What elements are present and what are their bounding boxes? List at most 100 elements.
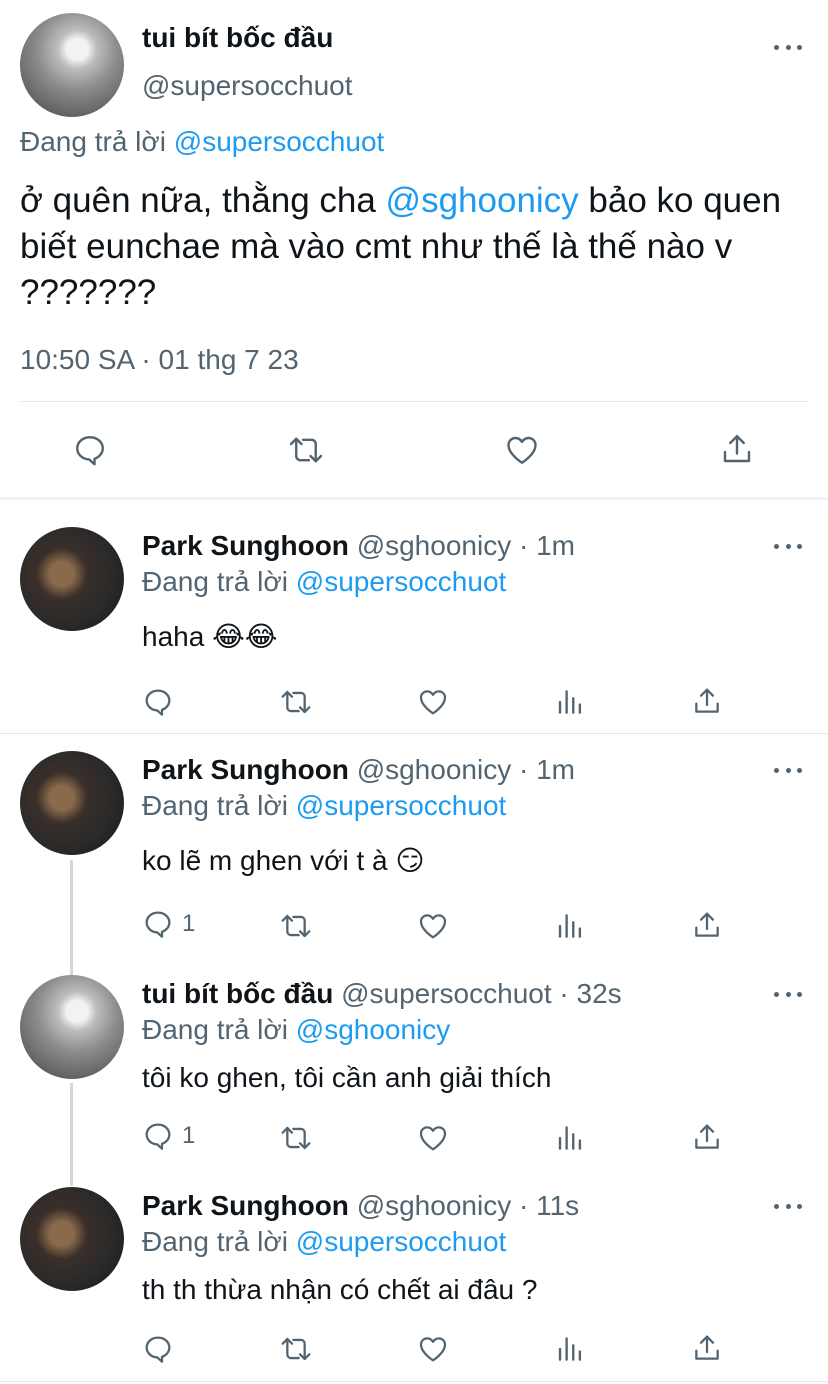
replying-label: Đang trả lời bbox=[20, 126, 166, 157]
divider bbox=[20, 401, 808, 402]
replying-label: Đang trả lời bbox=[142, 1014, 288, 1045]
replying-to-line: Đang trả lời @supersocchuot bbox=[20, 126, 384, 158]
author-handle[interactable]: @supersocchuot bbox=[341, 978, 552, 1009]
tweet-text-part: ở quên nữa, thằng cha bbox=[20, 181, 386, 220]
author-name[interactable]: Park Sunghoon bbox=[142, 1190, 349, 1221]
more-icon[interactable] bbox=[774, 989, 802, 999]
more-icon[interactable] bbox=[774, 765, 802, 775]
retweet-button[interactable] bbox=[278, 910, 314, 942]
share-icon bbox=[723, 435, 751, 463]
replying-label: Đang trả lời bbox=[142, 1226, 288, 1257]
share-button[interactable] bbox=[691, 908, 723, 942]
replying-to-line: Đang trả lời @supersocchuot bbox=[142, 1226, 506, 1258]
retweet-icon bbox=[281, 1126, 311, 1150]
analytics-button[interactable] bbox=[555, 910, 585, 942]
bar-chart-icon bbox=[558, 914, 582, 938]
author-handle[interactable]: @sghoonicy bbox=[357, 754, 512, 785]
comment-icon bbox=[76, 436, 104, 466]
reply-button[interactable] bbox=[142, 686, 174, 718]
like-button[interactable] bbox=[503, 432, 541, 468]
share-icon bbox=[695, 912, 719, 937]
thread-line bbox=[70, 1083, 73, 1186]
replying-to-line: Đang trả lời @supersocchuot bbox=[142, 566, 506, 598]
retweet-button[interactable] bbox=[278, 1333, 314, 1365]
share-button[interactable] bbox=[691, 1120, 723, 1154]
heart-icon bbox=[507, 436, 537, 464]
author-handle[interactable]: @sghoonicy bbox=[357, 1190, 512, 1221]
replying-mention-link[interactable]: @supersocchuot bbox=[296, 566, 507, 597]
reply-button[interactable] bbox=[142, 1333, 174, 1365]
reply-text: th th thừa nhận có chết ai đâu ? bbox=[142, 1274, 538, 1305]
comment-icon bbox=[145, 1123, 171, 1150]
tweet-timestamp[interactable]: 10:50 SA · 01 thg 7 23 bbox=[20, 344, 299, 376]
retweet-button[interactable] bbox=[278, 1122, 314, 1154]
reply-time[interactable]: · 1m bbox=[519, 754, 575, 785]
heart-icon bbox=[419, 1126, 447, 1151]
heart-icon bbox=[419, 690, 447, 715]
author-handle[interactable]: @sghoonicy bbox=[357, 530, 512, 561]
reply-text: ko lẽ m ghen với t à 😏 bbox=[142, 845, 425, 876]
share-icon bbox=[695, 1335, 719, 1360]
author-name[interactable]: Park Sunghoon bbox=[142, 530, 349, 561]
replying-mention-link[interactable]: @supersocchuot bbox=[296, 790, 507, 821]
avatar[interactable] bbox=[20, 13, 124, 117]
mention-link[interactable]: @sghoonicy bbox=[386, 181, 579, 220]
bar-chart-icon bbox=[558, 1126, 582, 1150]
reply-button[interactable] bbox=[72, 432, 108, 468]
author-name[interactable]: Park Sunghoon bbox=[142, 754, 349, 785]
reply-count: 1 bbox=[182, 1122, 196, 1149]
section-divider bbox=[0, 497, 828, 500]
retweet-icon bbox=[281, 914, 311, 938]
replying-mention-link[interactable]: @supersocchuot bbox=[174, 126, 385, 157]
reply-header: tui bít bốc đầu @supersocchuot · 32s bbox=[142, 978, 622, 1010]
bar-chart-icon bbox=[558, 1337, 582, 1361]
replying-mention-link[interactable]: @sghoonicy bbox=[296, 1014, 451, 1045]
thread-line bbox=[70, 860, 73, 975]
reply-time[interactable]: · 32s bbox=[559, 978, 621, 1009]
share-button[interactable] bbox=[719, 430, 755, 468]
like-button[interactable] bbox=[416, 1333, 450, 1365]
reply-time[interactable]: · 1m bbox=[519, 530, 575, 561]
like-button[interactable] bbox=[416, 1122, 450, 1154]
more-icon[interactable] bbox=[774, 1201, 802, 1211]
more-icon[interactable] bbox=[774, 42, 802, 52]
like-button[interactable] bbox=[416, 686, 450, 718]
bar-chart-icon bbox=[558, 690, 582, 714]
analytics-button[interactable] bbox=[555, 686, 585, 718]
retweet-icon bbox=[289, 437, 323, 463]
divider bbox=[0, 1381, 828, 1382]
retweet-button[interactable] bbox=[278, 686, 314, 718]
author-name[interactable]: tui bít bốc đầu bbox=[142, 978, 333, 1009]
reply-time[interactable]: · 11s bbox=[519, 1190, 579, 1221]
retweet-button[interactable] bbox=[286, 432, 326, 468]
retweet-icon bbox=[281, 690, 311, 714]
reply-count: 1 bbox=[182, 910, 196, 937]
like-button[interactable] bbox=[416, 910, 450, 942]
reply-text: tôi ko ghen, tôi cần anh giải thích bbox=[142, 1062, 552, 1093]
share-icon bbox=[695, 1124, 719, 1149]
reply-header: Park Sunghoon @sghoonicy · 1m bbox=[142, 754, 575, 786]
avatar[interactable] bbox=[20, 527, 124, 631]
replying-to-line: Đang trả lời @supersocchuot bbox=[142, 790, 506, 822]
analytics-button[interactable] bbox=[555, 1122, 585, 1154]
author-handle[interactable]: @supersocchuot bbox=[142, 70, 353, 102]
replying-mention-link[interactable]: @supersocchuot bbox=[296, 1226, 507, 1257]
reply-header: Park Sunghoon @sghoonicy · 1m bbox=[142, 530, 575, 562]
avatar[interactable] bbox=[20, 975, 124, 1079]
author-name[interactable]: tui bít bốc đầu bbox=[142, 22, 333, 54]
avatar[interactable] bbox=[20, 1187, 124, 1291]
replying-label: Đang trả lời bbox=[142, 566, 288, 597]
share-button[interactable] bbox=[691, 684, 723, 718]
analytics-button[interactable] bbox=[555, 1333, 585, 1365]
comment-icon bbox=[145, 689, 171, 716]
reply-button[interactable]: 1 bbox=[142, 908, 195, 940]
more-icon[interactable] bbox=[774, 541, 802, 551]
share-button[interactable] bbox=[691, 1331, 723, 1365]
reply-button[interactable]: 1 bbox=[142, 1120, 195, 1152]
share-icon bbox=[695, 688, 719, 713]
reply-text: haha 😂😂 bbox=[142, 621, 278, 652]
divider bbox=[0, 733, 828, 734]
tweet-text: ở quên nữa, thằng cha @sghoonicy bảo ko … bbox=[20, 178, 825, 316]
comment-icon bbox=[145, 911, 171, 938]
avatar[interactable] bbox=[20, 751, 124, 855]
